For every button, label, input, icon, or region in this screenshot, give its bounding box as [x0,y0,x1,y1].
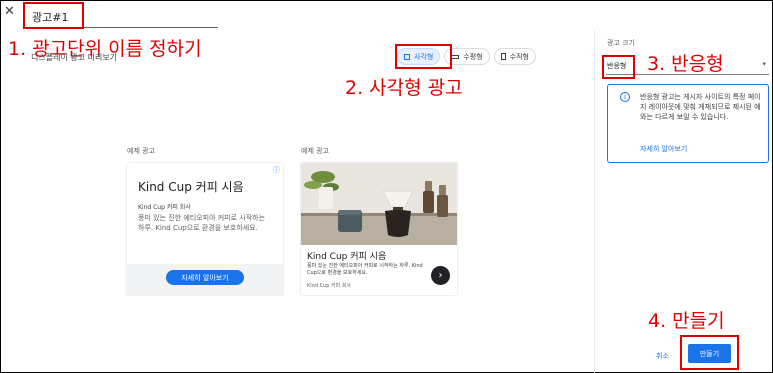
horizontal-rectangle-icon [451,54,460,59]
ad2-advertiser: Kind Cup 커피 회사 [307,283,352,289]
example-ad-text: ⓘ Kind Cup 커피 시음 Kind Cup 커피 회사 풍미 있는 진한… [127,163,283,295]
ad1-advertiser: Kind Cup 커피 회사 [138,204,191,211]
ad-size-label: 광고 크기 [607,39,635,47]
learn-more-link[interactable]: 자세히 알아보기 [640,144,687,154]
toggle-horizontal-label: 수평형 [463,52,483,61]
ad1-cta-button[interactable]: 자세히 알아보기 [166,270,244,285]
chevron-right-icon[interactable]: › [431,266,450,285]
example-ad-label-2: 예제 광고 [301,147,329,155]
ad-choices-icon[interactable]: ⓘ [273,165,280,175]
highlight-box-name [23,2,84,29]
annotation-step2: 2. 사각형 광고 [345,77,463,99]
info-icon: i [620,92,630,102]
ad2-description: 풍미 있는 진한 에티오피아 커피로 시작하는 하루. Kind Cup으로 환… [307,263,423,276]
toggle-vertical-label: 수직형 [509,52,529,61]
highlight-box-size [602,55,635,79]
preview-label: 디스플레이 광고 미리보기 [31,53,118,62]
example-ad-label-1: 예제 광고 [127,147,155,155]
annotation-step4: 4. 만들기 [648,310,725,332]
toggle-vertical[interactable]: 수직형 [493,48,536,65]
vertical-rectangle-icon [500,53,506,60]
example-ad-image: Kind Cup 커피 시음 풍미 있는 진한 에티오피아 커피로 시작하는 하… [301,163,457,295]
responsive-info-text: 반응형 광고는 게시자 사이트의 특정 페이지 레이아웃에 맞춰 게재되므로 제… [640,93,761,121]
chevron-down-icon: ▾ [762,60,766,68]
cancel-button[interactable]: 취소 [656,351,669,361]
sidebar-divider [594,30,595,373]
highlight-box-toggle [395,44,452,69]
highlight-box-create [680,335,739,370]
responsive-info-box: i 반응형 광고는 게시자 사이트의 특정 페이지 레이아웃에 맞춰 게재되므로… [607,84,769,163]
ad2-title: Kind Cup 커피 시음 [307,252,387,262]
ad1-title: Kind Cup 커피 시음 [138,180,244,194]
coffee-photo [301,163,457,245]
ad1-description: 풍미 있는 진한 에티오피아 커피로 시작하는 하루. Kind Cup으로 환… [138,214,266,232]
close-icon[interactable]: ✕ [4,5,15,19]
